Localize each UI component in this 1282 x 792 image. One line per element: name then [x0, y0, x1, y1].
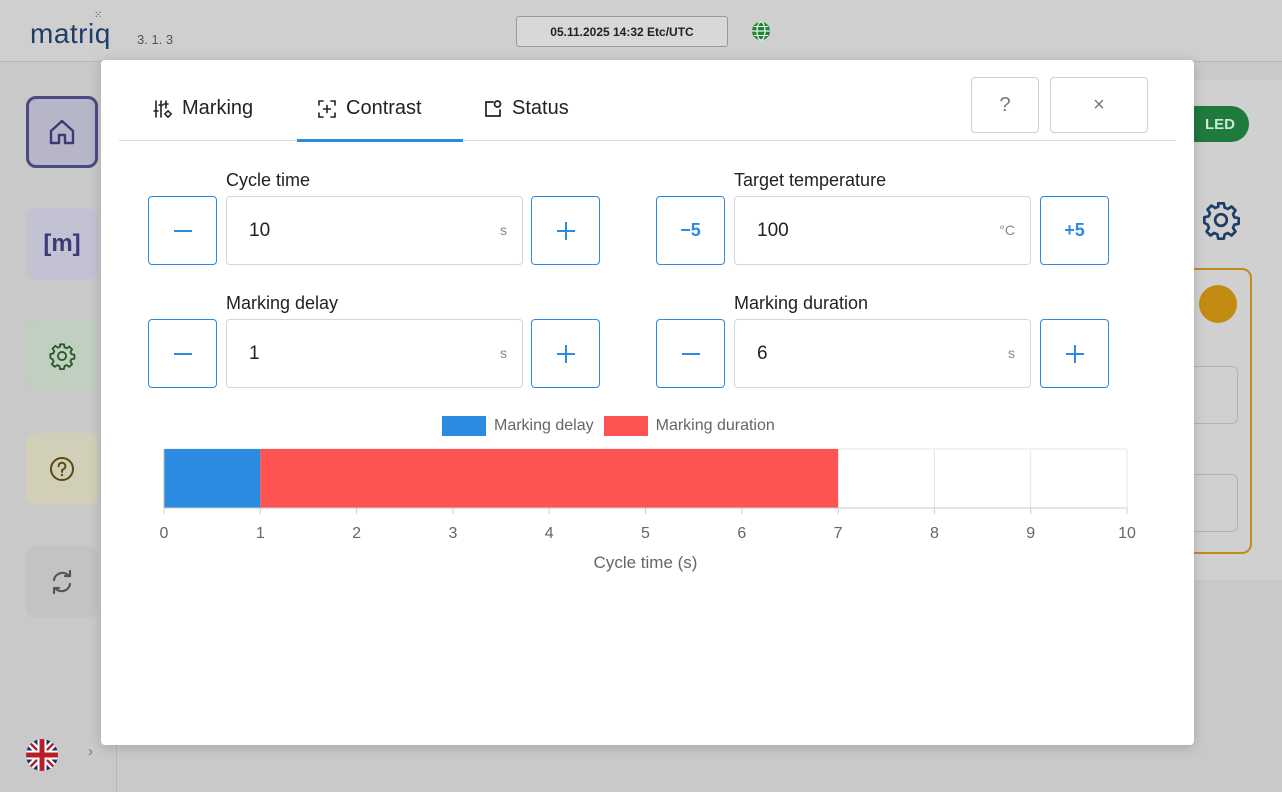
x-tick-label: 1	[256, 525, 265, 542]
legend-label-duration: Marking duration	[655, 417, 775, 434]
marking-duration-increment-button[interactable]	[1040, 319, 1109, 388]
marking-delay-input[interactable]	[249, 320, 449, 387]
help-button[interactable]: ?	[971, 77, 1039, 133]
contrast-dialog: Marking Contrast Status ? × Cycle time s…	[101, 60, 1194, 745]
question-icon	[50, 457, 74, 481]
marking-duration-input[interactable]	[757, 320, 957, 387]
target-temperature-input[interactable]	[757, 197, 957, 264]
target-temperature-decrement-button[interactable]: −5	[656, 196, 725, 265]
x-tick-label: 10	[1118, 525, 1136, 542]
marking-duration-decrement-button[interactable]	[656, 319, 725, 388]
gear-icon	[49, 343, 76, 370]
x-tick-label: 9	[1026, 525, 1035, 542]
datetime-display[interactable]: 05.11.2025 14:32 Etc/UTC	[516, 16, 728, 47]
target-temperature-unit: °C	[999, 222, 1015, 238]
plus-icon	[556, 221, 575, 240]
minus-icon	[681, 352, 700, 355]
bar-marking-delay	[164, 449, 261, 508]
cycle-time-unit: s	[500, 222, 507, 238]
tab-contrast-label: Contrast	[346, 97, 422, 119]
app-version: 3. 1. 3	[137, 32, 174, 47]
legend-label-delay: Marking delay	[494, 417, 594, 434]
cycle-time-increment-button[interactable]	[531, 196, 600, 265]
x-axis-title: Cycle time (s)	[594, 553, 698, 572]
logo-dots: ⁙	[94, 10, 104, 21]
tab-marking[interactable]: Marking	[153, 97, 253, 141]
target-temperature-field[interactable]: °C	[734, 196, 1031, 265]
x-tick-label: 7	[834, 525, 843, 542]
marking-delay-unit: s	[500, 345, 507, 361]
home-icon	[49, 119, 75, 145]
chart-legend: Marking delay Marking duration	[442, 416, 775, 436]
uk-flag-icon[interactable]	[25, 738, 59, 777]
plus-icon	[556, 344, 575, 363]
chevron-right-icon[interactable]: ›	[88, 743, 93, 760]
tab-contrast[interactable]: Contrast	[297, 97, 463, 142]
marking-delay-decrement-button[interactable]	[148, 319, 217, 388]
target-temperature-label: Target temperature	[734, 170, 887, 190]
sync-icon	[52, 569, 72, 595]
timeline-chart: 0 1 2 3 4 5 6 7 8 9 10 Cycle time (s)	[160, 448, 1136, 572]
plus-icon	[1065, 344, 1084, 363]
x-tick-label: 4	[545, 525, 554, 542]
legend-swatch-delay	[442, 416, 486, 436]
marking-duration-label: Marking duration	[734, 293, 869, 313]
x-tick-label: 3	[448, 525, 457, 542]
globe-icon[interactable]	[751, 21, 771, 46]
sidebar-item-sync[interactable]	[26, 546, 98, 618]
tab-status-label: Status	[512, 97, 569, 119]
cycle-time-input[interactable]	[249, 197, 449, 264]
sidebar-item-settings[interactable]	[26, 320, 98, 392]
gear-icon[interactable]	[1201, 200, 1241, 245]
cycle-time-label: Cycle time	[226, 170, 311, 190]
tab-status[interactable]: Status	[483, 97, 569, 141]
contrast-icon	[318, 100, 336, 118]
matriq-icon: [m]	[43, 230, 81, 257]
marking-duration-field[interactable]: s	[734, 319, 1031, 388]
status-icon	[485, 100, 502, 117]
marking-delay-field[interactable]: s	[226, 319, 523, 388]
status-dot	[1199, 285, 1237, 323]
marking-delay-increment-button[interactable]	[531, 319, 600, 388]
minus-icon	[173, 229, 192, 232]
sidebar-item-help[interactable]	[26, 433, 98, 505]
x-tick-label: 8	[930, 525, 939, 542]
sidebar-item-home[interactable]	[26, 96, 98, 168]
x-tick-label: 5	[641, 525, 650, 542]
legend-swatch-duration	[603, 416, 648, 436]
marking-delay-label: Marking delay	[226, 293, 339, 313]
x-tick-label: 0	[160, 525, 169, 542]
close-button[interactable]: ×	[1050, 77, 1148, 133]
cycle-time-field[interactable]: s	[226, 196, 523, 265]
target-temperature-increment-button[interactable]: +5	[1040, 196, 1109, 265]
cycle-time-decrement-button[interactable]	[148, 196, 217, 265]
bar-marking-duration	[260, 449, 839, 508]
tab-marking-label: Marking	[182, 97, 254, 119]
app-logo: matriq ⁙	[30, 10, 111, 50]
sidebar-item-matriq[interactable]: [m]	[26, 208, 98, 280]
x-tick-label: 6	[737, 525, 746, 542]
x-tick-label: 2	[352, 525, 361, 542]
minus-icon	[173, 352, 192, 355]
sliders-icon	[153, 100, 172, 118]
marking-duration-unit: s	[1008, 345, 1015, 361]
logo-text: matriq	[30, 18, 111, 49]
